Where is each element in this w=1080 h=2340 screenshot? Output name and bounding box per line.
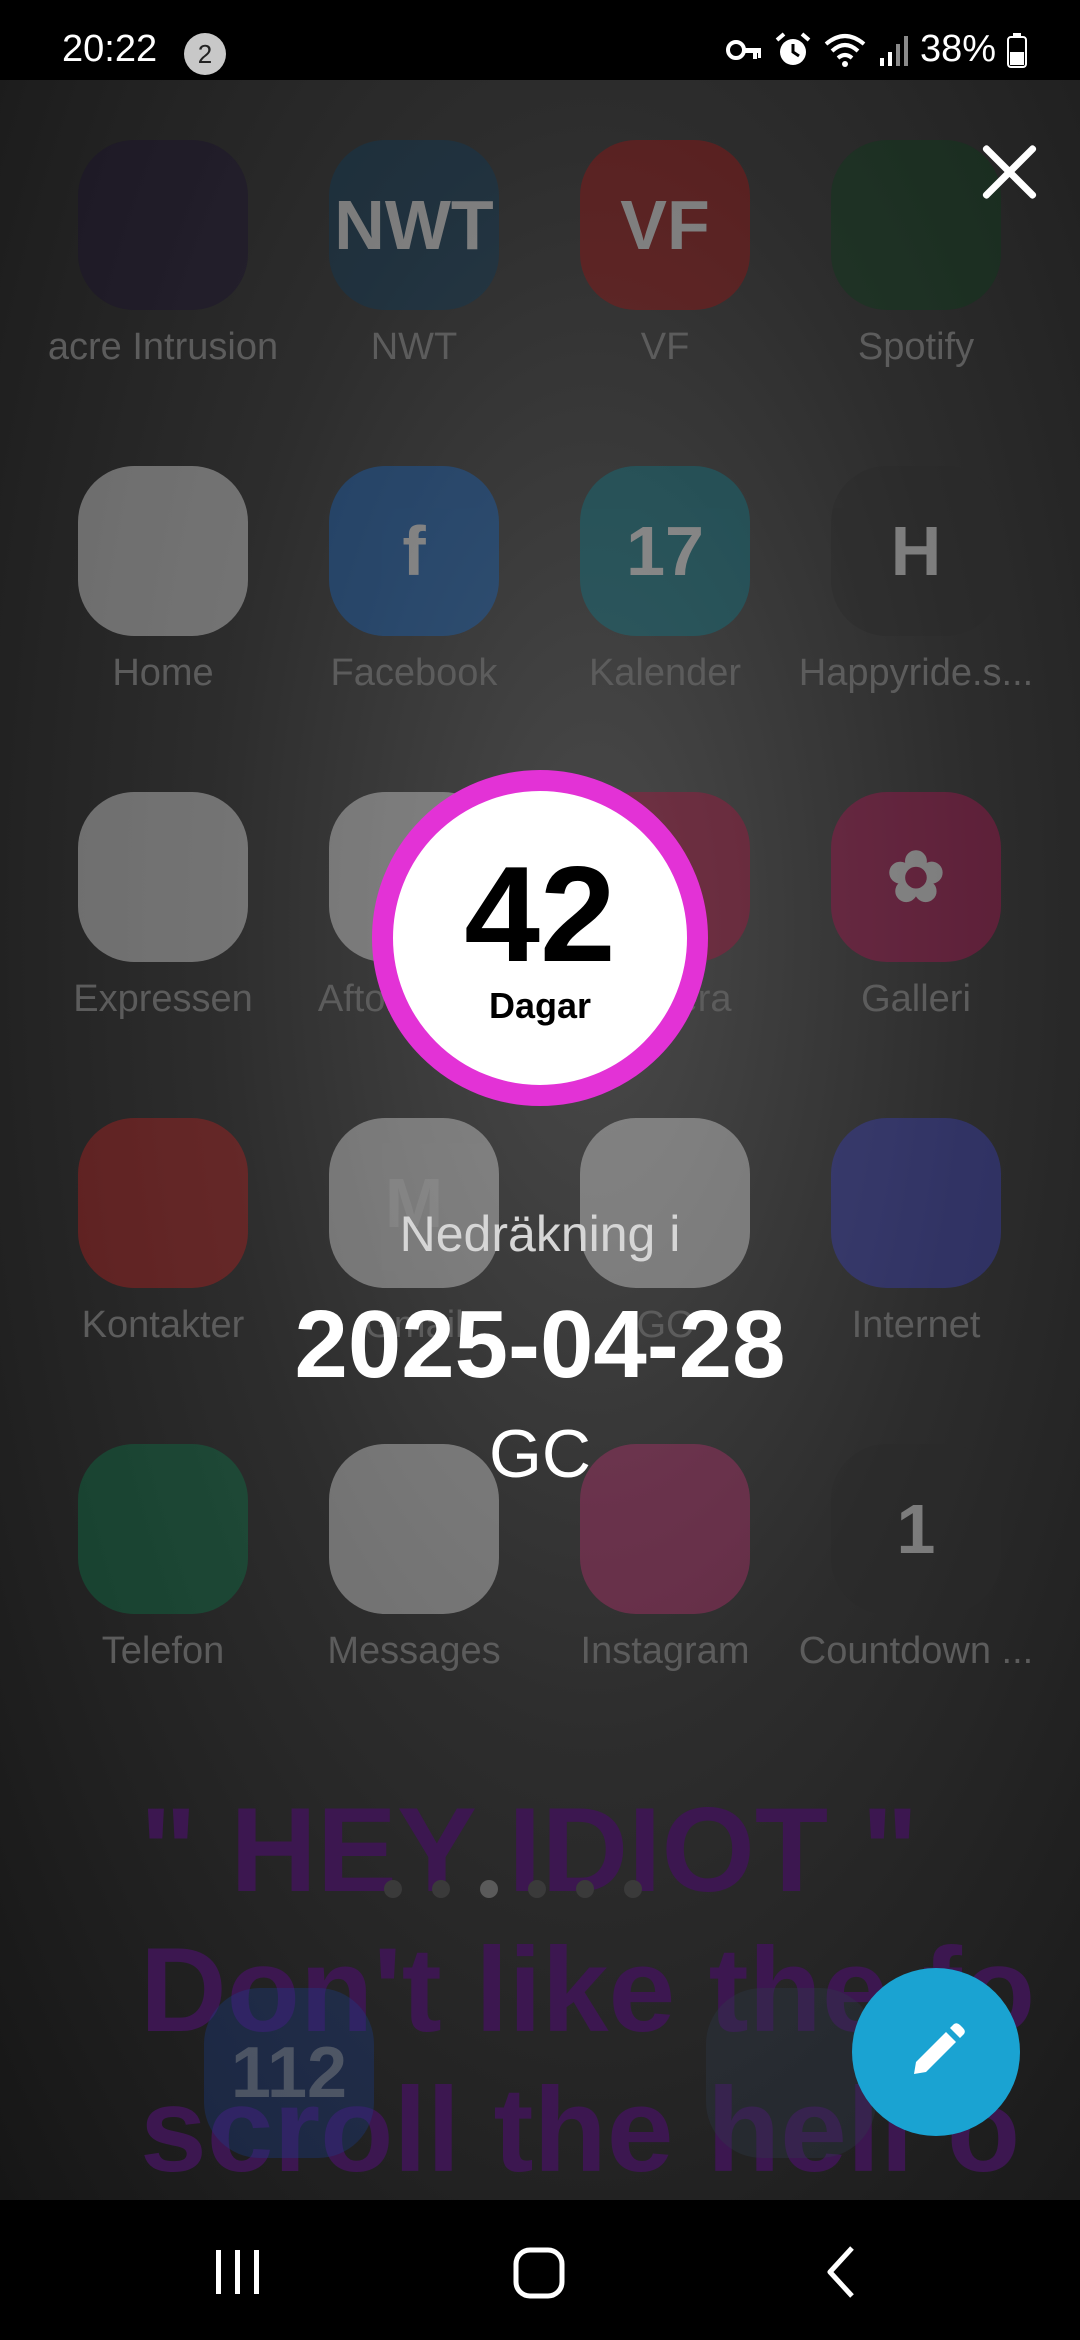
vpn-key-icon (725, 39, 761, 60)
home-app-icon: H Happyride.s... (796, 466, 1036, 695)
home-app-icon: ✿ Galleri (796, 792, 1036, 1021)
home-app-icon: f Facebook (294, 466, 534, 695)
app-label: Kalender (588, 652, 742, 694)
signal-icon (879, 35, 908, 66)
status-icons: 38% (724, 28, 1028, 71)
countdown-days-number: 42 (464, 838, 616, 990)
notification-count-badge: 2 (184, 33, 226, 75)
battery-icon (1007, 32, 1027, 68)
home-app-icon: NWT NWT (294, 140, 534, 369)
dock-emergency-app: 112 (204, 1988, 374, 2158)
app-label: Facebook (330, 652, 498, 694)
page-dot (384, 1880, 402, 1898)
app-icon-graphic: ✿ (831, 792, 1001, 962)
home-app-icon: VF VF (545, 140, 785, 369)
recents-icon (216, 2250, 259, 2294)
app-icon-graphic: f (329, 466, 499, 636)
page-dot (528, 1880, 546, 1898)
wifi-icon (824, 33, 866, 67)
app-label: acre Intrusion (47, 326, 279, 368)
app-label: Messages (327, 1630, 501, 1672)
page-dot (480, 1880, 498, 1898)
app-icon-graphic (78, 466, 248, 636)
countdown-title: Nedräkning i (399, 1206, 681, 1262)
app-icon-graphic (78, 792, 248, 962)
app-label: Spotify (857, 326, 975, 368)
back-icon (827, 2246, 854, 2298)
app-label: Happyride.s... (798, 652, 1034, 694)
alarm-icon (775, 31, 811, 65)
app-icon-graphic: H (831, 466, 1001, 636)
countdown-date: 2025-04-28 (294, 1291, 786, 1398)
status-time: 20:22 (62, 28, 158, 70)
back-button[interactable] (802, 2244, 882, 2304)
navigation-bar (0, 2200, 1080, 2340)
app-icon-graphic (831, 140, 1001, 310)
home-app-icon: Expressen (43, 792, 283, 1021)
app-label: Expressen (73, 978, 253, 1020)
app-label: Countdown ... (798, 1630, 1034, 1672)
recents-button[interactable] (198, 2244, 278, 2304)
home-screen-background: acre Intrusion NWT NWT VF VF Spotify Home f Face… (0, 80, 1080, 2200)
status-bar: 20:22 2 38% (0, 0, 1080, 80)
app-icon-graphic: NWT (329, 140, 499, 310)
dock-app-drawer (706, 1988, 876, 2158)
home-app-icon: 17 Kalender (545, 466, 785, 695)
close-button[interactable] (978, 140, 1042, 204)
edit-button[interactable] (852, 1968, 1020, 2136)
app-label: NWT (370, 326, 458, 368)
page-dot (432, 1880, 450, 1898)
app-label: Galleri (861, 978, 971, 1020)
dock-emergency-label: 112 (230, 2033, 348, 2113)
page-dot (624, 1880, 642, 1898)
home-icon (513, 2247, 565, 2299)
app-label: Telefon (101, 1630, 225, 1672)
pencil-icon (914, 2023, 965, 2074)
countdown-name: GC (489, 1416, 591, 1492)
battery-percent: 38% (919, 28, 996, 70)
home-app-icon: Home (43, 466, 283, 695)
page-indicator (384, 1880, 642, 1898)
app-label: Home (112, 652, 214, 694)
home-button[interactable] (500, 2244, 580, 2304)
wallpaper-text-line: " HEY IDIOT " (140, 1783, 919, 1917)
app-label: Instagram (580, 1630, 750, 1672)
countdown-badge: 42 Dagar (372, 770, 708, 1106)
app-icon-graphic (78, 140, 248, 310)
home-app-icon: acre Intrusion (43, 140, 283, 369)
countdown-days-unit: Dagar (488, 985, 592, 1026)
page-dot (576, 1880, 594, 1898)
app-label: VF (640, 326, 690, 368)
app-icon-graphic: 17 (580, 466, 750, 636)
app-icon-graphic: VF (580, 140, 750, 310)
